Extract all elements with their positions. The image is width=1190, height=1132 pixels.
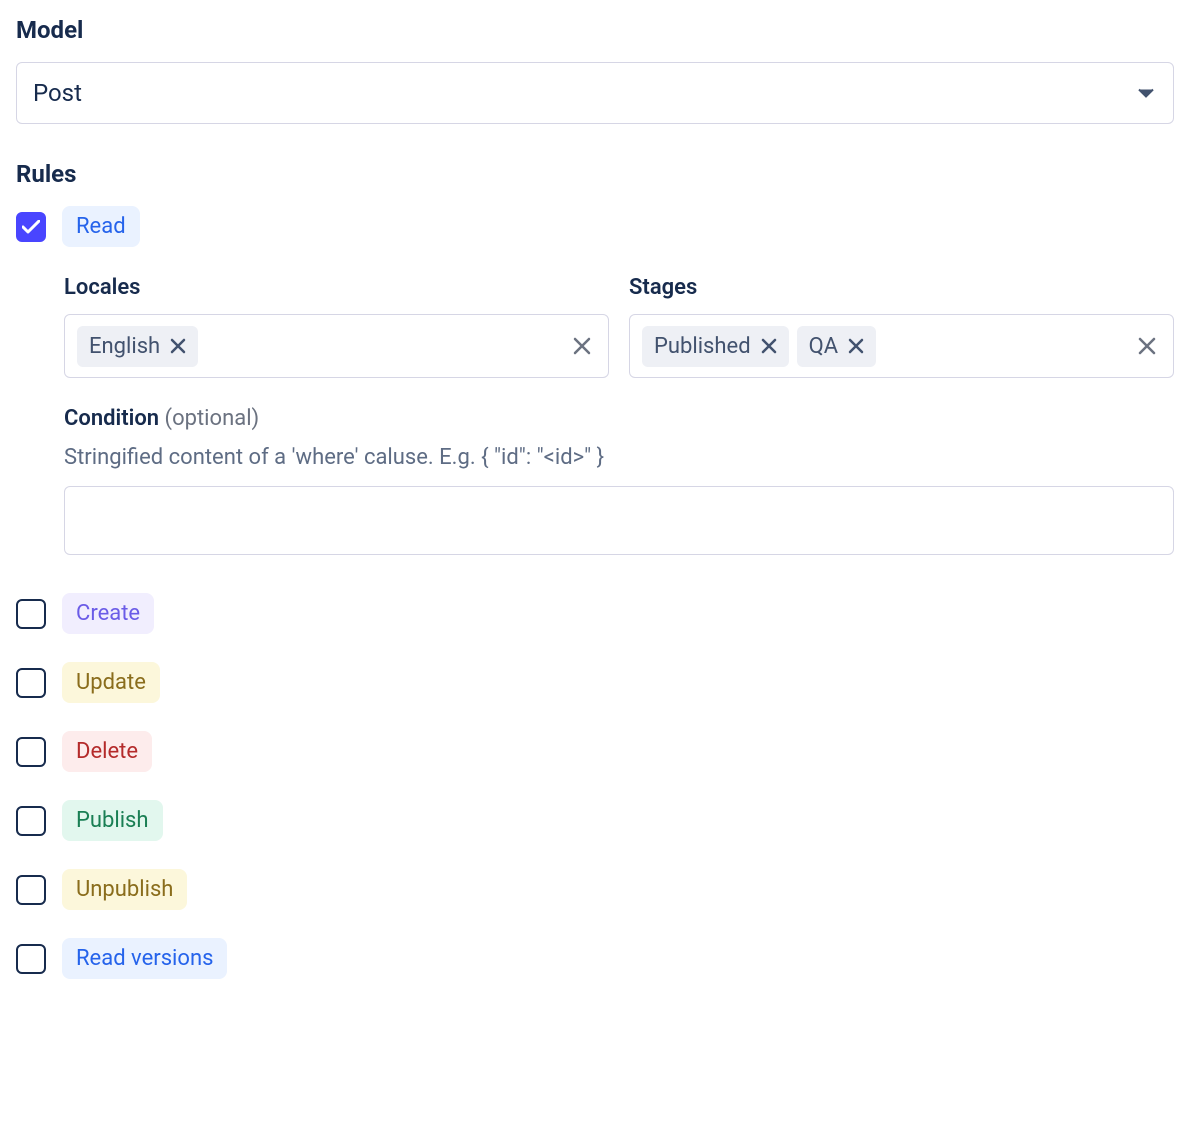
- condition-helper: Stringified content of a 'where' caluse.…: [64, 445, 1174, 470]
- stage-tag-label: QA: [809, 334, 839, 359]
- rule-badge-create: Create: [62, 593, 154, 634]
- locales-input[interactable]: English: [64, 314, 609, 378]
- locales-label: Locales: [64, 275, 609, 300]
- rule-badge-publish: Publish: [62, 800, 163, 841]
- close-icon[interactable]: [848, 338, 864, 354]
- stage-tag-qa: QA: [797, 326, 877, 367]
- rule-badge-update: Update: [62, 662, 160, 703]
- clear-locales-icon[interactable]: [568, 332, 596, 360]
- close-icon[interactable]: [761, 338, 777, 354]
- rule-row-unpublish: Unpublish: [16, 869, 1174, 910]
- stages-label: Stages: [629, 275, 1174, 300]
- rule-row-publish: Publish: [16, 800, 1174, 841]
- condition-input[interactable]: [64, 486, 1174, 555]
- rule-row-update: Update: [16, 662, 1174, 703]
- condition-optional: (optional): [165, 406, 260, 431]
- locale-tag-label: English: [89, 334, 160, 359]
- rule-row-read: Read: [16, 206, 1174, 247]
- clear-stages-icon[interactable]: [1133, 332, 1161, 360]
- condition-label: Condition (optional): [64, 406, 1174, 431]
- rule-row-create: Create: [16, 593, 1174, 634]
- close-icon[interactable]: [170, 338, 186, 354]
- model-label: Model: [16, 16, 1174, 44]
- model-selected-value: Post: [33, 79, 82, 107]
- checkbox-read[interactable]: [16, 212, 46, 242]
- stage-tag-published: Published: [642, 326, 789, 367]
- rule-badge-read: Read: [62, 206, 140, 247]
- rule-badge-unpublish: Unpublish: [62, 869, 187, 910]
- rule-row-readversions: Read versions: [16, 938, 1174, 979]
- rule-row-delete: Delete: [16, 731, 1174, 772]
- rules-label: Rules: [16, 160, 1174, 188]
- locale-tag-english: English: [77, 326, 198, 367]
- stages-input[interactable]: Published QA: [629, 314, 1174, 378]
- rule-badge-readversions: Read versions: [62, 938, 227, 979]
- checkbox-publish[interactable]: [16, 806, 46, 836]
- checkbox-readversions[interactable]: [16, 944, 46, 974]
- model-select[interactable]: Post: [16, 62, 1174, 124]
- stage-tag-label: Published: [654, 334, 751, 359]
- checkbox-update[interactable]: [16, 668, 46, 698]
- checkbox-create[interactable]: [16, 599, 46, 629]
- rule-badge-delete: Delete: [62, 731, 152, 772]
- checkbox-unpublish[interactable]: [16, 875, 46, 905]
- checkbox-delete[interactable]: [16, 737, 46, 767]
